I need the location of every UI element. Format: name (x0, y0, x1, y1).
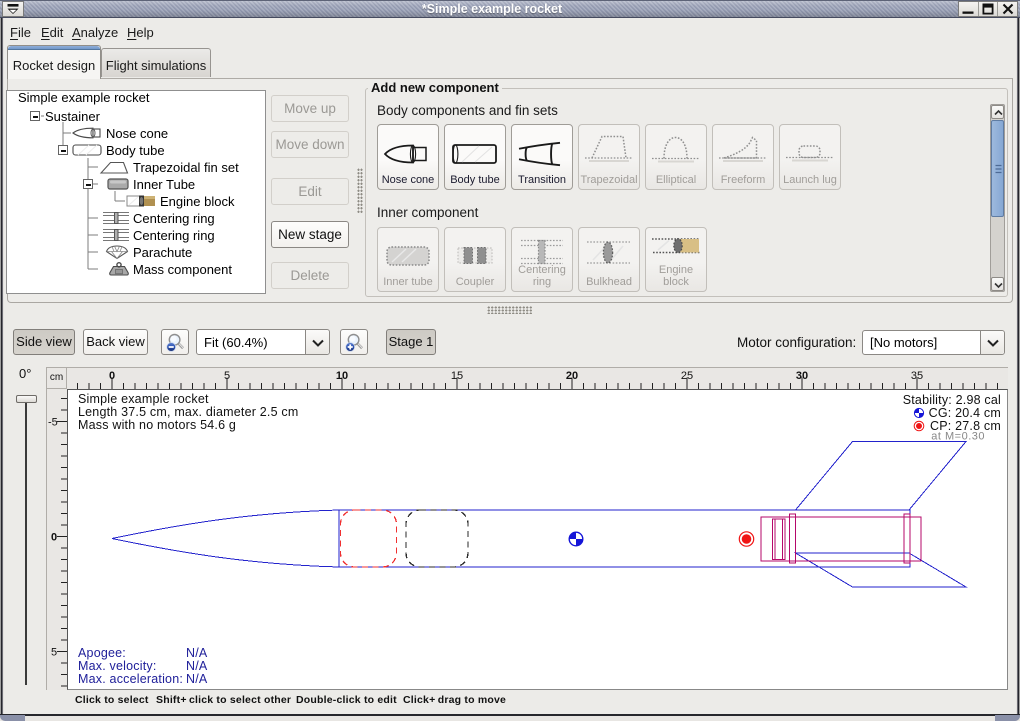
svg-text:Mass with no motors 54.6 g: Mass with no motors 54.6 g (78, 418, 236, 432)
svg-text:15: 15 (451, 370, 463, 382)
svg-text:Max. velocity:: Max. velocity: (78, 659, 157, 673)
svg-text:Simple example rocket: Simple example rocket (78, 392, 209, 406)
svg-text:5: 5 (224, 370, 230, 382)
svg-text:35: 35 (911, 370, 923, 382)
svg-text:0: 0 (51, 532, 57, 544)
svg-text:30: 30 (796, 370, 808, 382)
svg-text:N/A: N/A (186, 646, 208, 660)
svg-text:0: 0 (109, 370, 115, 382)
svg-text:10: 10 (336, 370, 348, 382)
svg-text:Stability: 2.98 cal: Stability: 2.98 cal (903, 393, 1001, 407)
svg-text:25: 25 (681, 370, 693, 382)
svg-text:at M=0.30: at M=0.30 (931, 431, 985, 443)
svg-text:20: 20 (566, 370, 578, 382)
svg-text:N/A: N/A (186, 672, 208, 686)
svg-text:-5: -5 (48, 417, 58, 429)
svg-text:CG: 20.4 cm: CG: 20.4 cm (929, 406, 1001, 420)
svg-text:Length 37.5 cm, max. diameter: Length 37.5 cm, max. diameter 2.5 cm (78, 405, 299, 419)
svg-text:N/A: N/A (186, 659, 208, 673)
svg-text:5: 5 (51, 647, 57, 659)
svg-text:Max. acceleration:: Max. acceleration: (78, 672, 183, 686)
svg-text:Apogee:: Apogee: (78, 646, 126, 660)
